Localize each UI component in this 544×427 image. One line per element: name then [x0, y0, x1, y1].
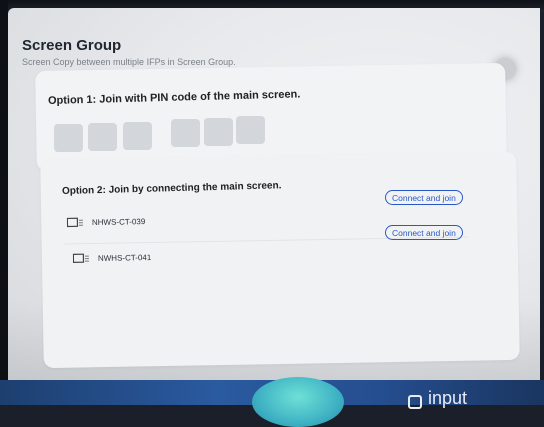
pin-digit-box[interactable]: [123, 122, 152, 150]
page-subtitle: Screen Copy between multiple IFPs in Scr…: [22, 57, 236, 67]
connect-and-join-button[interactable]: Connect and join: [385, 190, 463, 205]
pin-digit-box[interactable]: [54, 124, 83, 152]
pin-digit-box[interactable]: [236, 116, 265, 144]
pin-digit-box[interactable]: [88, 123, 117, 151]
input-source-label[interactable]: input: [428, 388, 467, 409]
connect-and-join-button[interactable]: Connect and join: [385, 225, 463, 240]
pin-digit-box[interactable]: [171, 119, 200, 147]
device-name: NHWS-CT-039: [92, 217, 145, 227]
device-bezel-left: [0, 0, 8, 405]
home-orb[interactable]: [252, 377, 344, 427]
page-title: Screen Group: [22, 37, 121, 54]
pin-digit-box[interactable]: [204, 118, 233, 146]
monitor-icon: [67, 217, 84, 228]
device-name: NWHS-CT-041: [98, 253, 151, 263]
input-source-icon[interactable]: [408, 395, 422, 409]
monitor-icon: [73, 253, 90, 264]
